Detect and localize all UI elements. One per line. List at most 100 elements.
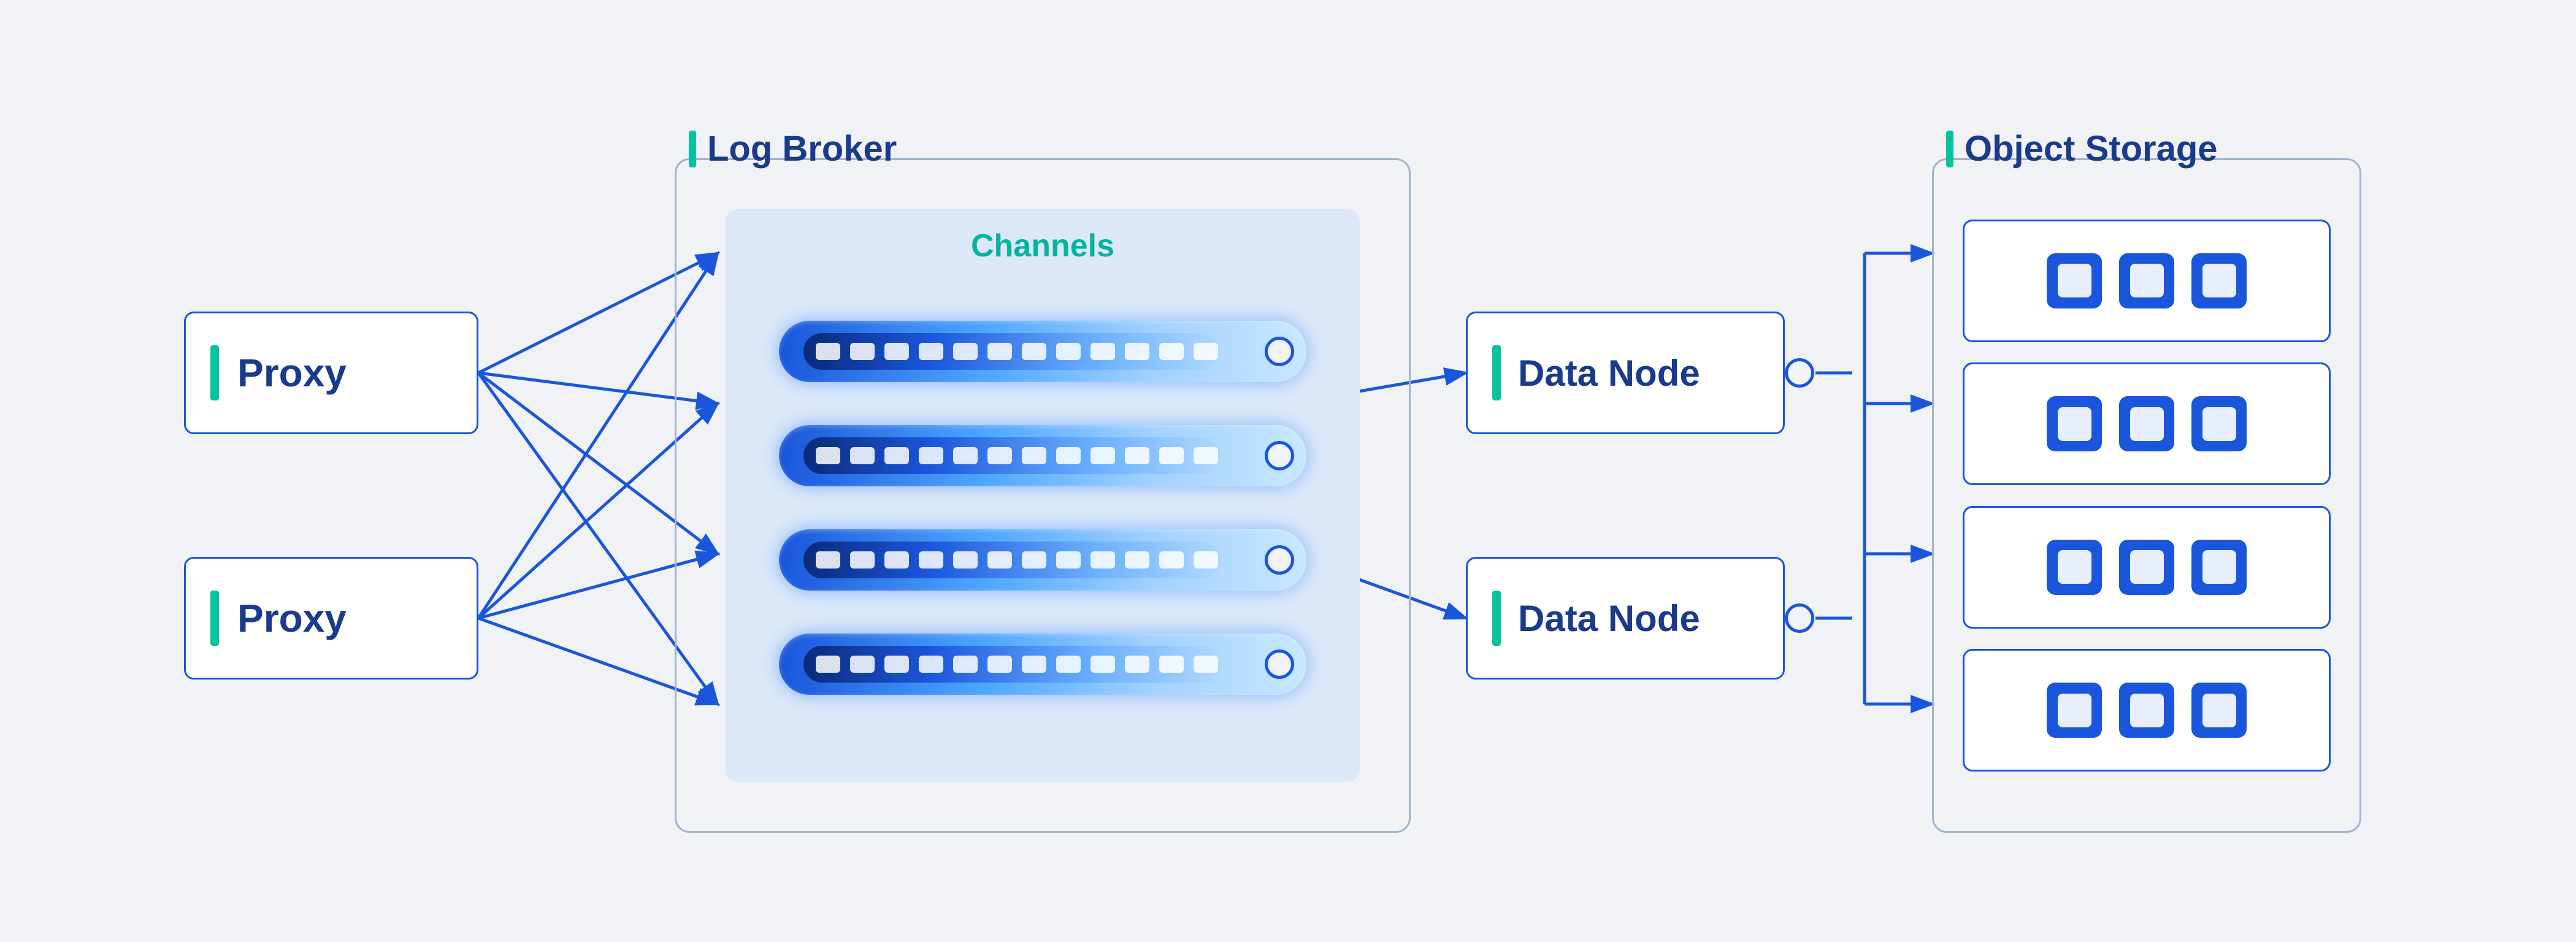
storage-icon-2a bbox=[2047, 396, 2102, 451]
storage-box-1 bbox=[1963, 220, 2331, 342]
dash bbox=[1194, 551, 1218, 569]
datanode2-label: Data Node bbox=[1518, 597, 1700, 640]
channel-3-dashes bbox=[816, 551, 1218, 569]
proxy-box-1: Proxy bbox=[184, 312, 478, 434]
channels-title: Channels bbox=[971, 228, 1114, 264]
diagram-inner: Proxy Proxy Log Broker Channels bbox=[184, 103, 2392, 839]
dash bbox=[1159, 343, 1184, 360]
storage-icon-1b bbox=[2119, 253, 2174, 308]
dash bbox=[1194, 343, 1218, 360]
channels-area: Channels bbox=[726, 209, 1360, 782]
storage-icon-4c bbox=[2191, 683, 2247, 738]
datanode1-accent-bar bbox=[1492, 345, 1501, 400]
dash bbox=[1091, 343, 1115, 360]
storage-icon-inner bbox=[2130, 694, 2164, 727]
dash bbox=[953, 343, 978, 360]
datanode1-label: Data Node bbox=[1518, 352, 1700, 394]
dash bbox=[1159, 656, 1184, 673]
log-broker-label-group: Log Broker bbox=[689, 128, 897, 169]
storage-box-4 bbox=[1963, 649, 2331, 772]
proxy2-label: Proxy bbox=[237, 595, 347, 641]
dash bbox=[850, 656, 875, 673]
object-storage-accent-bar bbox=[1946, 131, 1953, 167]
datanode1-connector bbox=[1785, 358, 1814, 388]
dash bbox=[1022, 447, 1046, 464]
object-storage-title: Object Storage bbox=[1965, 128, 2218, 169]
dash bbox=[1125, 343, 1149, 360]
channel-2-dashes bbox=[816, 447, 1218, 464]
proxy1-label: Proxy bbox=[237, 350, 347, 396]
dash bbox=[816, 656, 840, 673]
dash bbox=[816, 447, 840, 464]
object-storage-container: Object Storage bbox=[1932, 158, 2361, 833]
dash bbox=[884, 551, 909, 569]
dash bbox=[816, 343, 840, 360]
dash bbox=[1056, 551, 1081, 569]
dash bbox=[850, 447, 875, 464]
dash bbox=[1125, 551, 1149, 569]
dash bbox=[884, 447, 909, 464]
log-broker-title: Log Broker bbox=[707, 128, 897, 169]
dash bbox=[1022, 343, 1046, 360]
dash bbox=[816, 551, 840, 569]
dash bbox=[1194, 656, 1218, 673]
channel-3 bbox=[779, 529, 1306, 591]
storage-icon-4b bbox=[2119, 683, 2174, 738]
dash bbox=[987, 656, 1012, 673]
dash bbox=[919, 551, 943, 569]
storage-icon-4a bbox=[2047, 683, 2102, 738]
dash bbox=[1022, 551, 1046, 569]
dash bbox=[1159, 447, 1184, 464]
dash bbox=[953, 656, 978, 673]
storage-icon-3a bbox=[2047, 540, 2102, 595]
storage-icon-inner bbox=[2058, 550, 2091, 584]
object-storage-label-group: Object Storage bbox=[1946, 128, 2218, 169]
dash bbox=[987, 343, 1012, 360]
dash bbox=[1159, 551, 1184, 569]
storage-icon-inner bbox=[2058, 264, 2091, 297]
storage-icon-3b bbox=[2119, 540, 2174, 595]
storage-icon-inner bbox=[2202, 694, 2236, 727]
dash bbox=[1056, 343, 1081, 360]
dash bbox=[919, 656, 943, 673]
dash bbox=[919, 343, 943, 360]
storage-box-3 bbox=[1963, 506, 2331, 629]
proxy-box-2: Proxy bbox=[184, 557, 478, 680]
datanode2-connector bbox=[1785, 603, 1814, 633]
dash bbox=[1091, 551, 1115, 569]
proxy2-accent-bar bbox=[210, 591, 219, 646]
storage-icon-inner bbox=[2130, 264, 2164, 297]
storage-icon-inner bbox=[2058, 694, 2091, 727]
dash bbox=[919, 447, 943, 464]
proxy1-accent-bar bbox=[210, 345, 219, 400]
channel-2 bbox=[779, 425, 1306, 486]
diagram-container: Proxy Proxy Log Broker Channels bbox=[123, 72, 2453, 870]
log-broker-accent-bar bbox=[689, 131, 696, 167]
dash bbox=[953, 447, 978, 464]
channel-4 bbox=[779, 634, 1306, 695]
dash bbox=[850, 343, 875, 360]
log-broker-container: Log Broker Channels bbox=[675, 158, 1411, 833]
storage-icon-2b bbox=[2119, 396, 2174, 451]
dash bbox=[987, 447, 1012, 464]
dash bbox=[1091, 656, 1115, 673]
dash bbox=[1056, 656, 1081, 673]
dash bbox=[1022, 656, 1046, 673]
storage-icon-inner bbox=[2202, 264, 2236, 297]
channel-1-dashes bbox=[816, 343, 1218, 360]
dash bbox=[884, 343, 909, 360]
storage-icon-inner bbox=[2202, 407, 2236, 441]
dash bbox=[1125, 656, 1149, 673]
channel-3-connector bbox=[1265, 545, 1294, 575]
dash bbox=[1125, 447, 1149, 464]
data-node-1: Data Node bbox=[1466, 312, 1785, 434]
datanode2-accent-bar bbox=[1492, 591, 1501, 646]
storage-box-2 bbox=[1963, 362, 2331, 485]
dash bbox=[1091, 447, 1115, 464]
storage-icon-1a bbox=[2047, 253, 2102, 308]
dash bbox=[1194, 447, 1218, 464]
channel-4-dashes bbox=[816, 656, 1218, 673]
channel-4-connector bbox=[1265, 649, 1294, 679]
storage-icon-3c bbox=[2191, 540, 2247, 595]
storage-icon-inner bbox=[2130, 550, 2164, 584]
